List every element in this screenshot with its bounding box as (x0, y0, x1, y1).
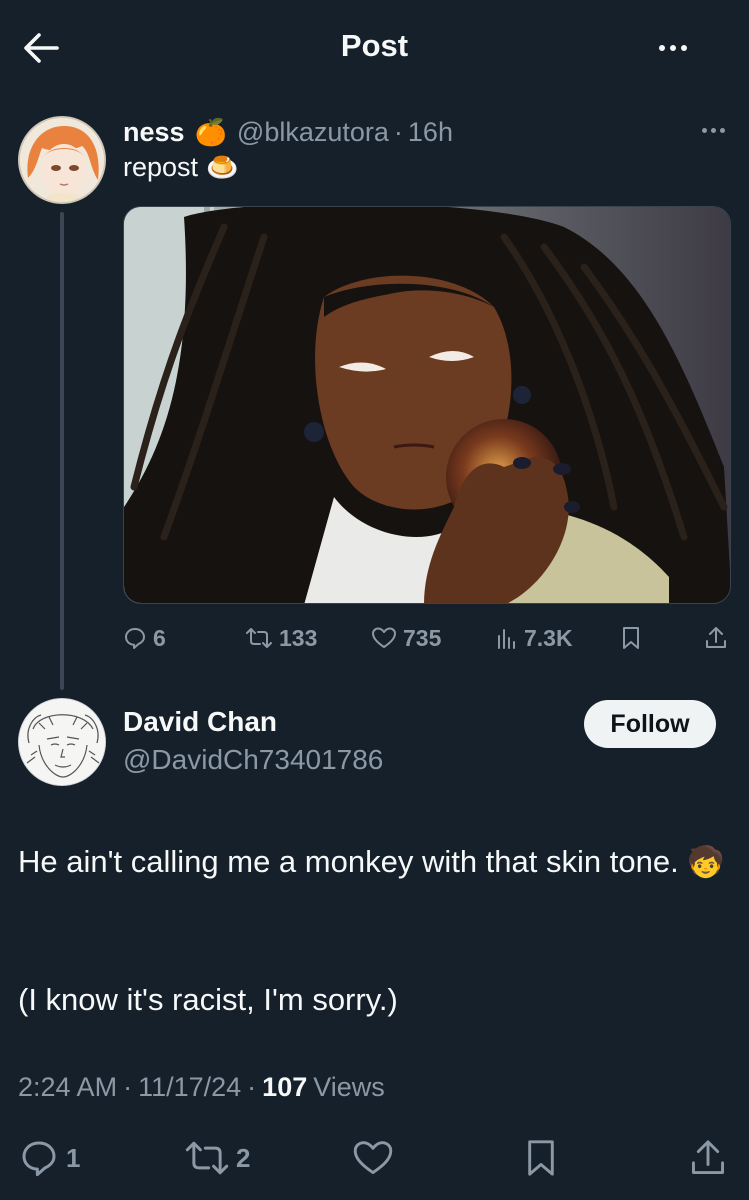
post-time[interactable]: 16h (408, 117, 453, 148)
pudding-emoji-icon: 🍮 (206, 152, 239, 182)
heart-icon (353, 1141, 393, 1174)
like-button[interactable] (352, 1134, 400, 1182)
views-count: 7.3K (524, 624, 573, 651)
quoted-post-header: ness 🍊 @blkazutora · 16h (123, 112, 453, 152)
post-metadata: 2:24 AM · 11/17/24 · 107 Views (18, 1072, 385, 1103)
anime-character-illustration (124, 207, 730, 603)
bookmark-icon (623, 627, 639, 649)
author-handle[interactable]: @blkazutora (237, 117, 389, 148)
repost-count: 2 (236, 1142, 251, 1173)
post-text-line: (I know it's racist, I'm sorry.) (18, 982, 398, 1017)
bar-chart-icon (498, 629, 515, 649)
views-button[interactable]: 7.3K (496, 620, 573, 656)
quoted-post-text: repost 🍮 (123, 152, 238, 183)
post-text-line: He ain't calling me a monkey with that s… (18, 844, 679, 879)
like-count: 735 (403, 624, 442, 651)
dot-icon (701, 127, 707, 133)
repost-button[interactable]: 2 (184, 1134, 250, 1182)
avatar[interactable] (18, 698, 106, 786)
dot-icon (681, 45, 687, 51)
dot-icon (719, 127, 725, 133)
avatar[interactable] (18, 116, 106, 204)
author-handle[interactable]: @DavidCh73401786 (123, 744, 383, 776)
post-more-button[interactable] (693, 120, 733, 140)
reply-icon (22, 1141, 56, 1177)
reply-button[interactable]: 6 (123, 620, 166, 656)
post-text: repost (123, 152, 199, 182)
post-image[interactable] (123, 206, 731, 604)
views-label: Views (313, 1072, 385, 1102)
sketch-avatar-image (19, 699, 105, 785)
share-button[interactable] (704, 620, 734, 656)
bookmark-button[interactable] (620, 620, 648, 656)
reply-button[interactable]: 1 (18, 1134, 80, 1182)
separator: · (247, 1072, 257, 1102)
repost-icon (246, 628, 272, 648)
share-icon (706, 627, 726, 648)
follow-button[interactable]: Follow (584, 700, 716, 748)
repost-count: 133 (279, 624, 318, 651)
thread-line (60, 212, 64, 690)
share-button[interactable] (688, 1134, 734, 1182)
author-name[interactable]: ness (123, 117, 185, 148)
post-text: He ain't calling me a monkey with that s… (18, 838, 730, 887)
author-name[interactable]: David Chan (123, 706, 277, 738)
page-title: Post (340, 28, 409, 63)
like-button[interactable]: 735 (371, 620, 441, 656)
child-emoji-icon: 🧒 (687, 846, 725, 879)
more-options-button[interactable] (648, 30, 698, 66)
orange-emoji-icon: 🍊 (194, 116, 227, 147)
dot-icon (710, 127, 716, 133)
repost-button[interactable]: 133 (245, 620, 317, 656)
bookmark-button[interactable] (522, 1134, 566, 1182)
reply-count: 6 (153, 624, 166, 651)
bookmark-icon (528, 1140, 554, 1176)
dot-icon (670, 45, 676, 51)
reply-icon (125, 628, 145, 649)
post-time[interactable]: 2:24 AM (18, 1072, 117, 1103)
separator: · (123, 1072, 133, 1102)
separator: · (393, 116, 403, 147)
top-bar: Post (0, 0, 749, 96)
heart-icon (372, 627, 396, 648)
repost-icon (185, 1141, 229, 1175)
share-icon (692, 1140, 724, 1174)
anime-avatar-image (20, 118, 104, 202)
views-count: 107 (262, 1072, 308, 1102)
reply-count: 1 (66, 1142, 81, 1173)
dot-icon (659, 45, 665, 51)
post-date[interactable]: 11/17/24 (138, 1072, 241, 1103)
